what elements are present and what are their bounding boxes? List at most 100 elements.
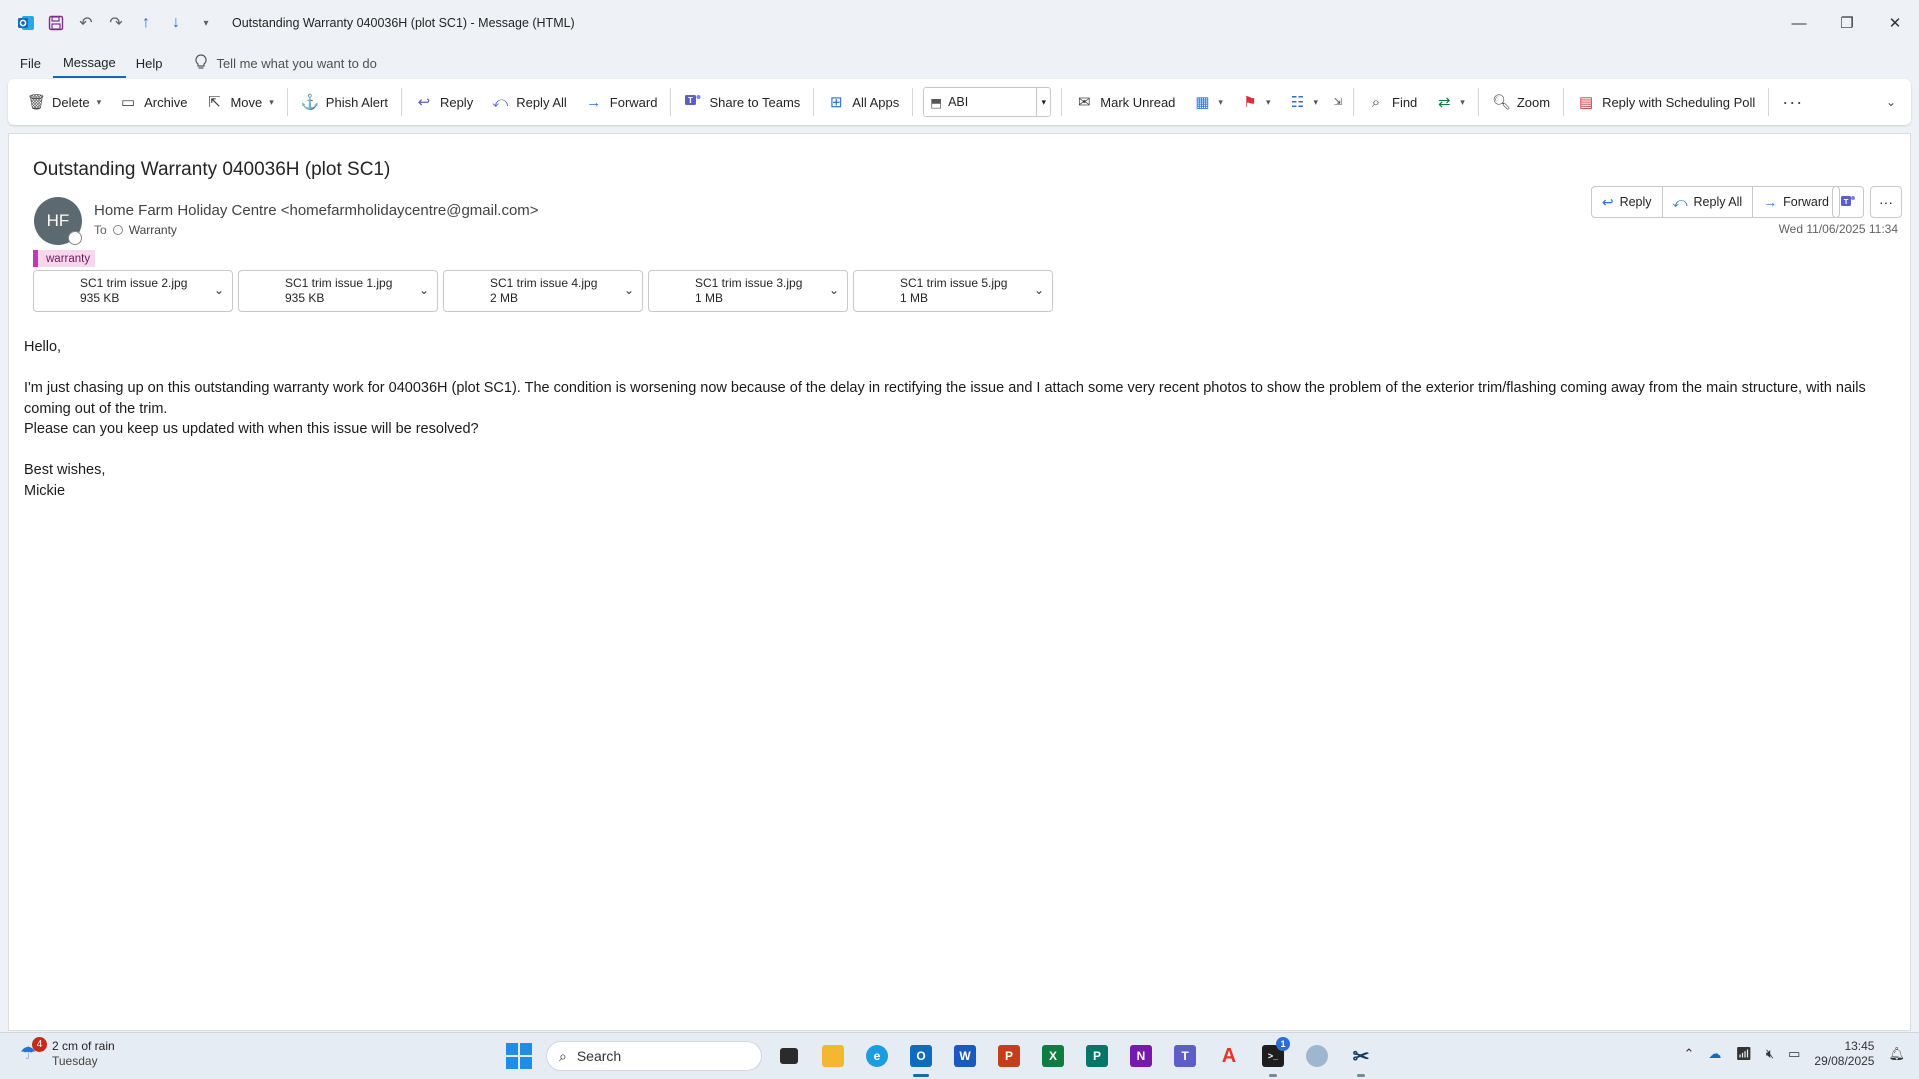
teams-app[interactable]: T	[1168, 1039, 1202, 1073]
inline-reply-all-button[interactable]: ⤺ Reply All	[1663, 187, 1754, 217]
chevron-down-icon[interactable]: ▾	[1036, 88, 1050, 116]
inline-forward-button[interactable]: → Forward	[1753, 187, 1839, 217]
menu-message[interactable]: Message	[52, 48, 126, 78]
close-button[interactable]: ✕	[1871, 0, 1919, 46]
phish-alert-button[interactable]: ⚓ Phish Alert	[292, 85, 397, 119]
more-actions-button[interactable]: ···	[1870, 186, 1902, 218]
share-to-teams-label: Share to Teams	[709, 94, 801, 110]
attachment-size: 935 KB	[80, 291, 120, 305]
delete-button[interactable]: 🗑 Delete ▾	[18, 85, 110, 119]
start-button[interactable]	[502, 1039, 536, 1073]
acrobat-app[interactable]: A	[1212, 1039, 1246, 1073]
weather-text: 2 cm of rain Tuesday	[52, 1039, 115, 1069]
reply-all-button[interactable]: ⤺ Reply All	[482, 85, 576, 119]
chevron-down-icon[interactable]: ▾	[269, 97, 274, 108]
body-paragraph: I'm just chasing up on this outstanding …	[24, 380, 1866, 417]
calendar-poll-icon: ▤	[1578, 94, 1594, 111]
search-icon: ⌕	[1371, 93, 1381, 111]
quick-steps-dropdown[interactable]: ⬒ ABI ▾	[923, 87, 1052, 117]
undo-icon[interactable]: ↶	[74, 11, 98, 35]
outlook-app[interactable]: O	[904, 1039, 938, 1077]
edge-app[interactable]: e	[860, 1039, 894, 1073]
powerpoint-app[interactable]: P	[992, 1039, 1026, 1073]
menu-file[interactable]: File	[10, 48, 51, 78]
to-label: To	[94, 223, 107, 237]
minimize-button[interactable]: —	[1775, 0, 1823, 46]
reply-scheduling-poll-button[interactable]: ▤ Reply with Scheduling Poll	[1568, 85, 1764, 119]
policy-icon: ☷	[1290, 94, 1305, 111]
save-icon[interactable]	[44, 11, 68, 35]
chevron-down-icon[interactable]: ⌄	[624, 283, 634, 297]
terminal-app[interactable]: >_ 1	[1256, 1037, 1290, 1077]
reply-button[interactable]: ↩ Reply	[406, 85, 482, 119]
redo-icon[interactable]: ↷	[104, 11, 128, 35]
clock-date: 29/08/2025	[1814, 1054, 1875, 1068]
chevron-down-icon[interactable]: ⌄	[419, 283, 429, 297]
onedrive-icon[interactable]: ☁	[1708, 1046, 1721, 1062]
snipping-tool-app[interactable]: ✂	[1344, 1039, 1378, 1077]
translate-icon: ⇄	[1438, 94, 1451, 111]
chevron-down-icon[interactable]: ⌄	[829, 283, 839, 297]
attachment-size: 1 MB	[900, 291, 929, 305]
sender-address[interactable]: Home Farm Holiday Centre <homefarmholida…	[94, 202, 539, 219]
excel-app[interactable]: X	[1036, 1039, 1070, 1073]
file-explorer-app[interactable]	[816, 1039, 850, 1073]
wifi-icon[interactable]: 📶︎	[1735, 1046, 1752, 1062]
menu-help[interactable]: Help	[126, 48, 173, 78]
more-commands-button[interactable]: ···	[1773, 85, 1809, 119]
reading-pane: Outstanding Warranty 040036H (plot SC1) …	[8, 133, 1911, 1031]
taskbar-search[interactable]: ⌕ Search	[546, 1041, 762, 1071]
follow-up-button[interactable]: ⚑ ▾	[1232, 85, 1280, 119]
share-to-teams-button[interactable]: T Share to Teams	[675, 85, 809, 119]
chevron-down-icon[interactable]: ▾	[1218, 97, 1223, 108]
attachment-item[interactable]: SC1 trim issue 5.jpg 1 MB ⌄	[853, 270, 1053, 312]
teams-chat-button[interactable]: T	[1832, 186, 1864, 218]
all-apps-button[interactable]: ⊞ All Apps	[818, 85, 908, 119]
inline-reply-button[interactable]: ↩ Reply	[1592, 187, 1663, 217]
attachment-item[interactable]: SC1 trim issue 3.jpg 1 MB ⌄	[648, 270, 848, 312]
next-item-icon[interactable]: ↓	[164, 11, 188, 35]
translate-button[interactable]: ⇄ ▾	[1426, 85, 1474, 119]
category-tag: warranty	[33, 250, 96, 267]
zoom-button[interactable]: 🔍︎ Zoom	[1483, 85, 1559, 119]
previous-item-icon[interactable]: ↑	[134, 11, 158, 35]
attachment-item[interactable]: SC1 trim issue 1.jpg 935 KB ⌄	[238, 270, 438, 312]
quick-step-item[interactable]: ⬒ ABI	[924, 95, 1036, 110]
volume-muted-icon[interactable]: 🔇︎	[1766, 1046, 1774, 1062]
acrobat-icon: A	[1221, 1044, 1237, 1067]
notifications-icon[interactable]: 🔔︎	[1888, 1046, 1905, 1062]
task-view-app[interactable]	[772, 1039, 806, 1073]
chevron-down-icon[interactable]: ⌄	[1034, 283, 1044, 297]
chevron-down-icon[interactable]: ⌄	[214, 283, 224, 297]
mark-unread-button[interactable]: ✉ Mark Unread	[1066, 85, 1184, 119]
policy-button[interactable]: ☷ ▾	[1279, 85, 1327, 119]
publisher-app[interactable]: P	[1080, 1039, 1114, 1073]
chevron-down-icon[interactable]: ▾	[1313, 97, 1318, 108]
move-button[interactable]: ⇱ Move ▾	[196, 85, 282, 119]
attachment-item[interactable]: SC1 trim issue 2.jpg 935 KB ⌄	[33, 270, 233, 312]
apps-grid-icon: ⊞	[829, 94, 843, 111]
ribbon-collapse-button[interactable]: ⌄	[1873, 85, 1909, 119]
restore-button[interactable]: ❐	[1823, 0, 1871, 46]
chevron-up-icon[interactable]: ⌃	[1684, 1046, 1695, 1062]
folder-move-icon: ⬒	[930, 95, 943, 110]
recipient-name[interactable]: Warranty	[129, 223, 177, 237]
forward-button[interactable]: → Forward	[576, 85, 667, 119]
word-app[interactable]: W	[948, 1039, 982, 1073]
battery-icon[interactable]: ▭	[1788, 1046, 1800, 1062]
onenote-app[interactable]: N	[1124, 1039, 1158, 1073]
browser-app[interactable]	[1300, 1039, 1334, 1073]
categorize-button[interactable]: ▦ ▾	[1184, 85, 1232, 119]
archive-button[interactable]: ▭ Archive	[110, 85, 196, 119]
chevron-down-icon[interactable]: ▾	[1266, 97, 1271, 108]
customize-toolbar-icon[interactable]: ▾	[194, 11, 218, 35]
tags-dialog-launcher[interactable]: ⇲	[1327, 85, 1349, 119]
clock[interactable]: 13:45 29/08/2025	[1814, 1039, 1874, 1069]
chevron-down-icon[interactable]: ▾	[97, 97, 102, 108]
tell-me-search[interactable]: Tell me what you want to do	[194, 53, 377, 73]
attachment-item[interactable]: SC1 trim issue 4.jpg 2 MB ⌄	[443, 270, 643, 312]
weather-widget[interactable]: ☂ 4 2 cm of rain Tuesday	[20, 1037, 115, 1069]
chevron-down-icon[interactable]: ▾	[1460, 97, 1465, 108]
find-button[interactable]: ⌕ Find	[1358, 85, 1426, 119]
